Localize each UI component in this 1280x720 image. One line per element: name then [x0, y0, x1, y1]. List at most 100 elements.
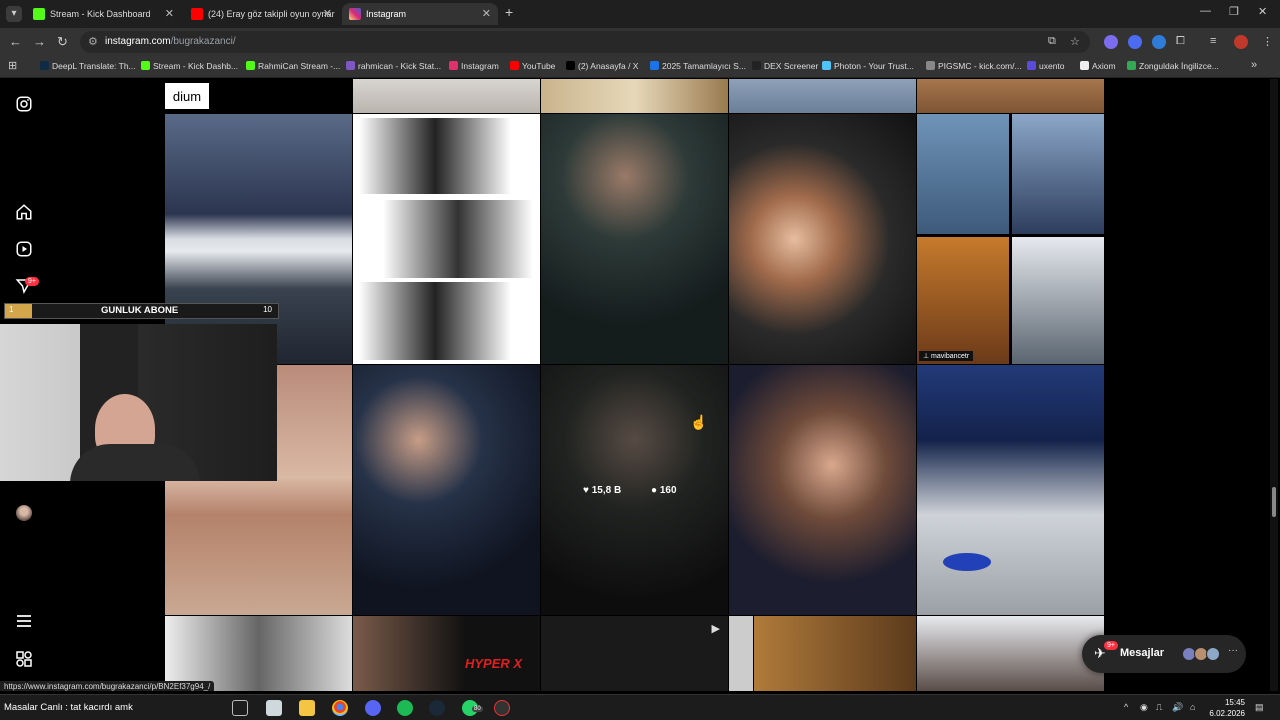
extension-icon[interactable] [1152, 35, 1166, 49]
tab-instagram[interactable]: Instagram ✕ [342, 3, 498, 25]
bookmark-item[interactable]: PIGSMC - kick.com/... [926, 61, 1022, 71]
grid-post[interactable] [165, 616, 352, 691]
photo-strip-frame [359, 118, 511, 194]
bookmark-favicon-icon [650, 61, 659, 70]
grid-post[interactable] [353, 79, 540, 113]
edge-like-icon[interactable] [266, 700, 282, 716]
new-tab-button[interactable]: + [505, 4, 513, 20]
grid-post[interactable] [541, 79, 728, 113]
tray-chevron-icon[interactable]: ^ [1124, 702, 1128, 712]
bookmark-item[interactable]: Axiom [1080, 61, 1116, 71]
bookmark-label: Photon - Your Trust... [834, 61, 914, 71]
grid-post[interactable] [917, 616, 1104, 691]
grid-post[interactable] [729, 114, 916, 364]
whatsapp-icon[interactable]: 80 [462, 700, 483, 716]
close-icon[interactable]: ✕ [482, 3, 491, 25]
back-arrow-icon[interactable]: ← [9, 34, 22, 49]
reload-icon[interactable]: ↻ [57, 34, 68, 50]
avatar [1206, 647, 1220, 661]
bookmark-item[interactable]: RahmiCan Stream -... [246, 61, 340, 71]
bookmark-favicon-icon [40, 61, 49, 70]
grid-post[interactable] [353, 114, 540, 364]
hamburger-menu-icon[interactable] [14, 614, 34, 634]
more-dots-icon[interactable]: ··· [1228, 645, 1238, 656]
puzzle-extensions-icon[interactable]: ⧠ [1176, 35, 1185, 48]
bookmark-item[interactable]: uxento [1027, 61, 1065, 71]
tray-app-icon[interactable]: ◉ [1140, 702, 1148, 713]
extension-icon[interactable] [1128, 35, 1142, 49]
instagram-logo-icon[interactable] [14, 95, 34, 115]
task-view-icon[interactable] [232, 700, 248, 716]
file-explorer-icon[interactable] [299, 700, 315, 716]
window-close-icon[interactable]: ✕ [1258, 5, 1267, 18]
bookmark-item[interactable]: Instagram [449, 61, 499, 71]
grid-post[interactable] [917, 79, 1104, 113]
bookmark-item[interactable]: Stream - Kick Dashb... [141, 61, 238, 71]
spotify-icon[interactable] [397, 700, 413, 716]
streamer-body [70, 444, 200, 481]
bookmark-item[interactable]: DeepL Translate: Th... [40, 61, 136, 71]
more-bookmarks-chevron-icon[interactable]: » [1251, 59, 1257, 71]
home-icon[interactable] [14, 203, 34, 223]
bookmark-star-icon[interactable]: ☆ [1070, 35, 1080, 48]
bookmark-label: 2025 Tamamlayıcı S... [662, 61, 746, 71]
grid-post[interactable] [729, 616, 916, 691]
bookmark-item[interactable]: rahmican - Kick Stat... [346, 61, 441, 71]
grid-post[interactable]: ▶ [541, 616, 728, 691]
address-bar[interactable]: ⚙ instagram.com/bugrakazanci/ ⧉ ☆ [80, 31, 1090, 53]
tray-usb-icon[interactable]: ⎍ [1156, 702, 1162, 713]
chrome-icon[interactable] [332, 700, 348, 716]
restore-icon[interactable]: ❐ [1229, 5, 1239, 18]
tab-label: (24) Eray göz takipli oyun oynar [208, 9, 335, 19]
discord-icon[interactable] [365, 700, 381, 716]
grid-post[interactable] [729, 365, 916, 615]
bookmark-favicon-icon [926, 61, 935, 70]
bookmark-item[interactable]: DEX Screener [752, 61, 818, 71]
site-info-icon[interactable]: ⚙ [88, 35, 98, 48]
grid-post[interactable] [917, 365, 1104, 615]
obs-icon[interactable] [494, 700, 510, 716]
reels-icon[interactable] [14, 240, 34, 260]
forward-arrow-icon[interactable]: → [33, 34, 46, 49]
also-from-meta-icon[interactable] [14, 651, 34, 671]
bookmark-label: DeepL Translate: Th... [52, 61, 136, 71]
apps-grid-icon[interactable]: ⊞ [8, 59, 17, 72]
bookmark-favicon-icon [449, 61, 458, 70]
grid-post[interactable] [729, 79, 916, 113]
media-control-icon[interactable]: ≡ [1210, 35, 1216, 47]
messages-button[interactable]: ✈ 9+ Mesajlar ··· [1082, 635, 1246, 673]
grid-post-hovered[interactable]: ♥ 15,8 B ● 160 [541, 365, 728, 615]
grid-post[interactable]: ⊥ mavibancetr [917, 114, 1104, 364]
clock-time: 15:45 [1224, 698, 1245, 707]
collage-photo [1012, 114, 1104, 234]
bookmark-item[interactable]: Zonguldak İngilizce... [1127, 61, 1219, 71]
scrollbar-thumb[interactable] [1272, 487, 1276, 517]
kebab-menu-icon[interactable]: ⋮ [1262, 35, 1273, 48]
profile-avatar[interactable] [16, 505, 32, 521]
extension-icon[interactable] [1104, 35, 1118, 49]
address-path: /bugrakazanci/ [170, 36, 236, 47]
profile-avatar[interactable] [1234, 35, 1248, 49]
grid-post[interactable]: HYPER X [353, 616, 540, 691]
grid-post[interactable] [353, 365, 540, 615]
notifications-icon[interactable]: ▤ [1255, 702, 1264, 713]
system-clock[interactable]: 15:45 6.02.2026 [1205, 697, 1245, 719]
bookmark-item[interactable]: 2025 Tamamlayıcı S... [650, 61, 746, 71]
close-icon[interactable]: ✕ [165, 3, 174, 25]
minimize-icon[interactable]: — [1200, 5, 1211, 17]
bookmark-item[interactable]: (2) Anasayfa / X [566, 61, 638, 71]
grid-post[interactable] [541, 114, 728, 364]
close-icon[interactable]: ✕ [323, 3, 332, 25]
grid-post[interactable]: dium [165, 79, 352, 113]
volume-icon[interactable]: 🔊 [1172, 702, 1183, 713]
network-icon[interactable]: ⌂ [1190, 702, 1195, 712]
install-app-icon[interactable]: ⧉ [1048, 35, 1056, 48]
tab-search-chevron-icon[interactable]: ▾ [6, 6, 22, 22]
steam-icon[interactable] [429, 700, 445, 716]
tab-kick-dashboard[interactable]: Stream - Kick Dashboard ✕ [26, 3, 181, 25]
page-scrollbar[interactable] [1270, 79, 1278, 691]
bookmark-item[interactable]: Photon - Your Trust... [822, 61, 914, 71]
bookmark-item[interactable]: YouTube [510, 61, 555, 71]
tab-youtube[interactable]: (24) Eray göz takipli oyun oynar ✕ [184, 3, 339, 25]
bookmark-label: PIGSMC - kick.com/... [938, 61, 1022, 71]
